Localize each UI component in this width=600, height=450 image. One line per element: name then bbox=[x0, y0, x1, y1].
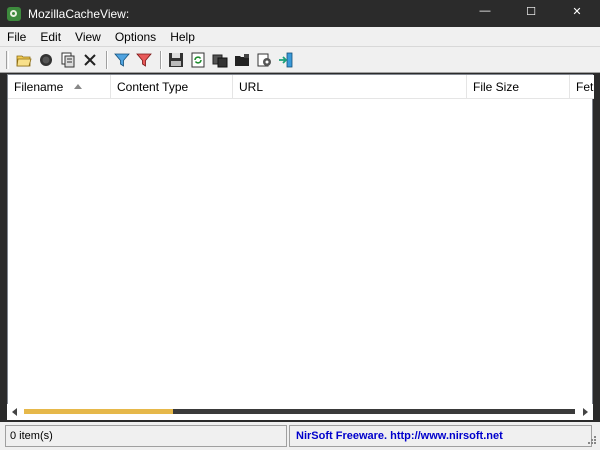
horizontal-scrollbar[interactable] bbox=[7, 404, 593, 420]
menu-help[interactable]: Help bbox=[163, 27, 202, 47]
clear-filter-icon bbox=[136, 53, 152, 67]
minimize-button[interactable]: — bbox=[462, 0, 508, 22]
toolbar-grip bbox=[6, 50, 9, 69]
exit-button[interactable] bbox=[276, 50, 296, 70]
clear-filter-button[interactable] bbox=[134, 50, 154, 70]
column-header-filename[interactable]: Filename bbox=[8, 75, 111, 99]
list-header: Filename Content Type URL File Size Fet bbox=[8, 75, 594, 99]
properties-button[interactable] bbox=[254, 50, 274, 70]
toolbar bbox=[0, 47, 600, 73]
save-icon bbox=[169, 52, 183, 67]
folder-dark-button[interactable] bbox=[232, 50, 252, 70]
app-icon bbox=[7, 6, 21, 21]
column-header-url[interactable]: URL bbox=[233, 75, 467, 99]
menu-file[interactable]: File bbox=[0, 27, 33, 47]
cache-list-view[interactable]: Filename Content Type URL File Size Fet bbox=[7, 74, 594, 420]
menu-view[interactable]: View bbox=[68, 27, 108, 47]
column-header-content-type[interactable]: Content Type bbox=[111, 75, 233, 99]
refresh-button[interactable] bbox=[188, 50, 208, 70]
scroll-track[interactable] bbox=[24, 409, 575, 414]
copy-icon bbox=[61, 52, 75, 67]
scroll-right-icon[interactable] bbox=[583, 408, 588, 416]
save-button[interactable] bbox=[166, 50, 186, 70]
copy-files-icon bbox=[212, 54, 228, 67]
scroll-left-icon[interactable] bbox=[12, 408, 17, 416]
sort-ascending-icon bbox=[74, 84, 82, 89]
folder-dark-icon bbox=[235, 53, 249, 66]
close-button[interactable]: ✕ bbox=[554, 0, 600, 22]
copy-files-button[interactable] bbox=[210, 50, 230, 70]
toolbar-separator bbox=[160, 50, 162, 69]
open-folder-icon bbox=[16, 55, 32, 66]
refresh-icon bbox=[191, 52, 205, 67]
filter-button[interactable] bbox=[112, 50, 132, 70]
status-bar: 0 item(s) NirSoft Freeware. http://www.n… bbox=[0, 422, 600, 450]
filter-icon bbox=[114, 53, 130, 67]
menu-options[interactable]: Options bbox=[108, 27, 163, 47]
column-header-label: Fet bbox=[576, 80, 594, 94]
status-item-count: 0 item(s) bbox=[5, 425, 287, 447]
window-title: MozillaCacheView: bbox=[28, 6, 130, 21]
column-header-label: Filename bbox=[14, 80, 64, 94]
scroll-thumb[interactable] bbox=[24, 409, 173, 414]
delete-button[interactable] bbox=[80, 50, 100, 70]
copy-button[interactable] bbox=[58, 50, 78, 70]
column-header-label: Content Type bbox=[117, 80, 189, 94]
exit-icon bbox=[279, 52, 293, 67]
column-header-label: URL bbox=[239, 80, 264, 94]
menu-bar: File Edit View Options Help bbox=[0, 27, 600, 47]
column-header-label: File Size bbox=[473, 80, 520, 94]
menu-edit[interactable]: Edit bbox=[33, 27, 68, 47]
open-folder-button[interactable] bbox=[14, 50, 34, 70]
properties-icon bbox=[257, 53, 271, 66]
nirsoft-credit-link[interactable]: NirSoft Freeware. http://www.nirsoft.net bbox=[289, 425, 592, 447]
delete-icon bbox=[84, 53, 96, 66]
title-bar: MozillaCacheView: — ☐ ✕ bbox=[0, 0, 600, 27]
window-controls: — ☐ ✕ bbox=[462, 0, 600, 27]
record-button[interactable] bbox=[36, 50, 56, 70]
toolbar-separator bbox=[106, 50, 108, 69]
resize-grip-icon[interactable] bbox=[586, 436, 596, 446]
maximize-button[interactable]: ☐ bbox=[508, 0, 554, 22]
record-icon bbox=[40, 53, 52, 66]
column-header-file-size[interactable]: File Size bbox=[467, 75, 570, 99]
column-header-fetch[interactable]: Fet bbox=[570, 75, 594, 99]
